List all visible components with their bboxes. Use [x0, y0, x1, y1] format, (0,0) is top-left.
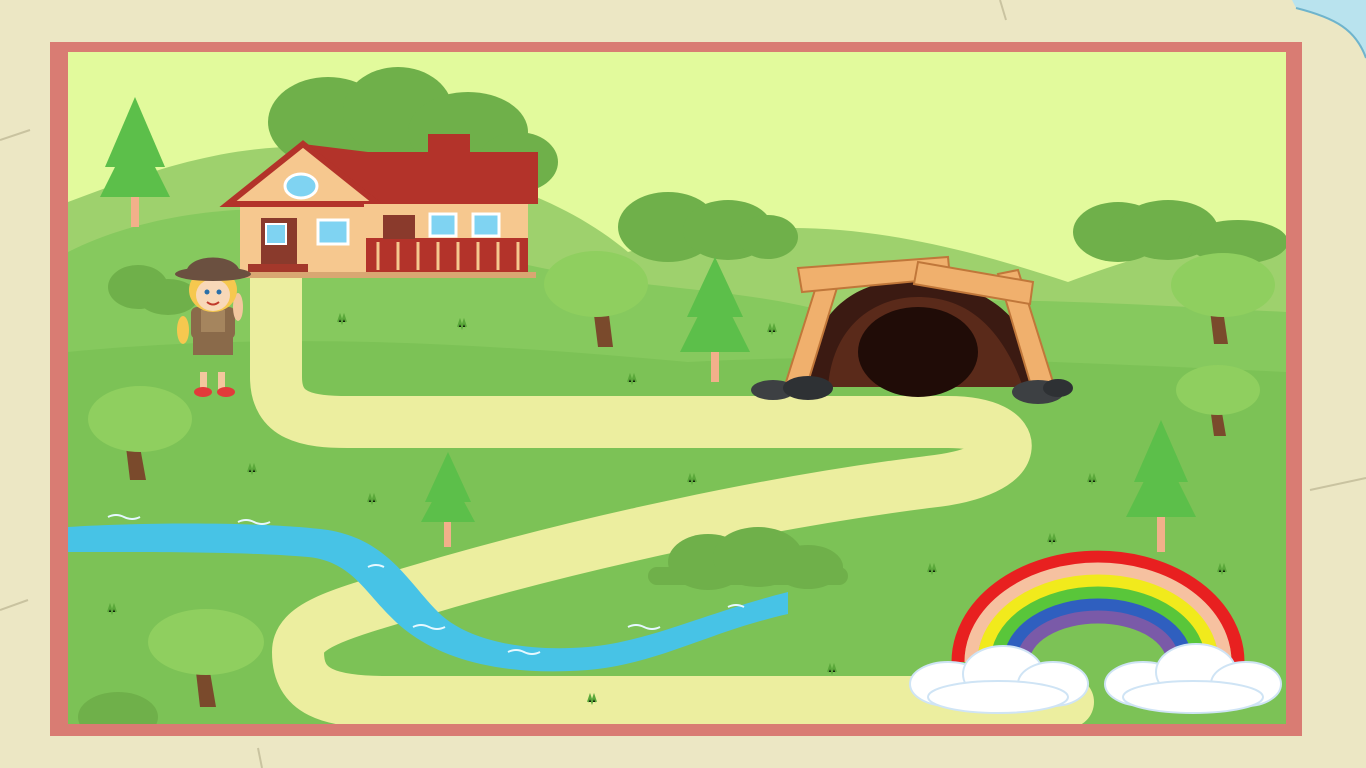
- adventure-map: [68, 52, 1286, 724]
